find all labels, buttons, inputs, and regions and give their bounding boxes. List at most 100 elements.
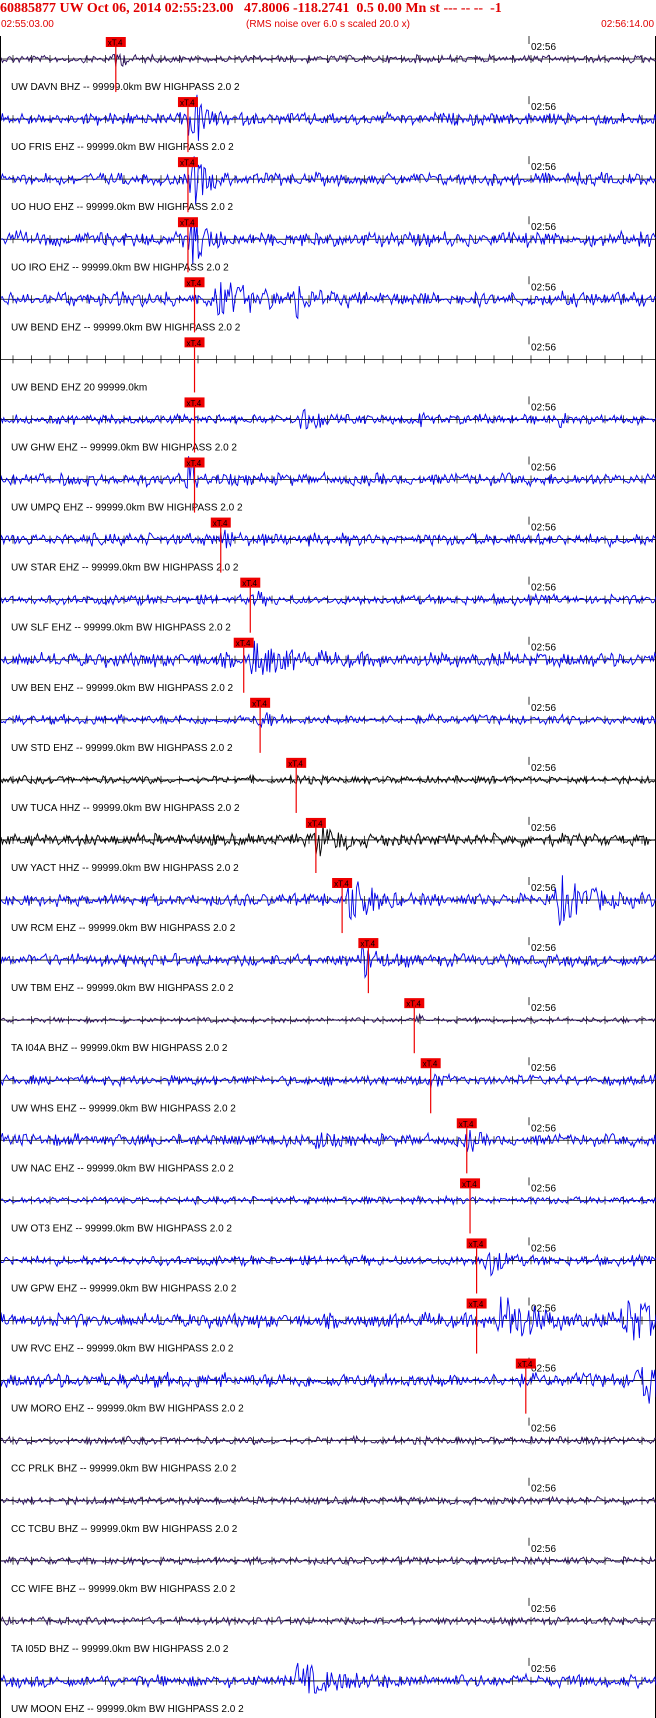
time-tick-label: 02:56 — [531, 282, 556, 293]
trace-row: 02:56 UO IRO EHZ -- 99999.0km BW HIGHPASS… — [1, 216, 656, 273]
pick-label: xT.4 — [180, 99, 195, 108]
trace-row: 02:56 UW GHW EHZ -- 99999.0km BW HIGHPASS… — [1, 396, 656, 454]
station-label: CC TCBU BHZ -- 99999.0km BW HIGHPASS 2.0… — [11, 1524, 238, 1535]
trace-row: 02:56 UW BEND EHZ 20 99999.0km xT.4 — [1, 336, 656, 393]
waveform — [1, 94, 656, 141]
station-label: UO HUO EHZ -- 99999.0km BW HIGHPASS 2.0 … — [11, 202, 234, 213]
time-tick-label: 02:56 — [531, 763, 556, 774]
station-label: UW BEND EHZ -- 99999.0km BW HIGHPASS 2.0… — [11, 322, 241, 333]
waveform — [1, 590, 656, 607]
trace-row: 02:56 CC WIFE BHZ -- 99999.0km BW HIGHPAS… — [1, 1537, 656, 1595]
pick-label: xT.4 — [108, 39, 123, 48]
time-tick-label: 02:56 — [531, 523, 556, 534]
trace-row: 02:56 UW YACT HHZ -- 99999.0km BW HIGHPAS… — [1, 816, 656, 874]
pick-label: xT.4 — [288, 759, 303, 768]
time-tick-label: 02:56 — [531, 463, 556, 474]
trace-row: 02:56 UW SLF EHZ -- 99999.0km BW HIGHPASS… — [1, 576, 656, 634]
pick-label: xT.4 — [180, 219, 195, 228]
waveform — [1, 529, 656, 549]
pick-label: xT.4 — [236, 639, 251, 648]
pick-label: xT.4 — [459, 1120, 474, 1129]
time-tick-label: 02:56 — [531, 1063, 556, 1074]
trace-row: 02:56 UW WHS EHZ -- 99999.0km BW HIGHPASS… — [1, 1057, 656, 1114]
trace-row: 02:56 UW BEN EHZ -- 99999.0km BW HIGHPASS… — [1, 636, 656, 694]
station-label: TA I04A BHZ -- 99999.0km BW HIGHPASS 2.0… — [11, 1043, 228, 1054]
station-label: UO FRIS EHZ -- 99999.0km BW HIGHPASS 2.0… — [11, 142, 234, 153]
station-label: UW STD EHZ -- 99999.0km BW HIGHPASS 2.0 … — [11, 743, 233, 754]
pick-label: xT.4 — [360, 940, 375, 949]
seismogram-traces: 02:56 UW DAVN BHZ -- 99999.0km BW HIGHPAS… — [1, 36, 656, 1715]
time-tick-label: 02:56 — [531, 1544, 556, 1555]
time-tick-label: 02:56 — [531, 102, 556, 113]
time-tick-label: 02:56 — [531, 883, 556, 894]
pick-label: xT.4 — [187, 459, 202, 468]
time-tick-label: 02:56 — [531, 1484, 556, 1495]
station-label: UO IRO EHZ -- 99999.0km BW HIGHPASS 2.0 … — [11, 262, 229, 273]
trace-row: 02:56UW RVC EHZ -- 99999.0km BW HIGHPASS… — [1, 1296, 656, 1355]
event-title: 60885877 UW Oct 06, 2014 02:55:23.00 47.… — [0, 1, 502, 16]
waveform — [1, 1072, 656, 1088]
trace-row: 02:56 UW TUCA HHZ -- 99999.0km BW HIGHPAS… — [1, 756, 656, 814]
station-label: UW BEND EHZ 20 99999.0km — [11, 382, 147, 393]
waveform — [1, 282, 656, 320]
trace-row: 02:56 UW TBM EHZ -- 99999.0km BW HIGHPASS… — [1, 937, 656, 994]
pick-label: xT.4 — [334, 880, 349, 889]
pick-label: xT.4 — [242, 579, 257, 588]
time-tick-label: 02:56 — [531, 1123, 556, 1134]
station-label: UW MORO EHZ -- 99999.0km BW HIGHPASS 2.0… — [11, 1404, 244, 1415]
waveform — [1, 640, 656, 675]
waveform — [1, 52, 656, 67]
station-label: CC WIFE BHZ -- 99999.0km BW HIGHPASS 2.0… — [11, 1584, 236, 1595]
time-tick-label: 02:56 — [531, 1243, 556, 1254]
time-tick-label: 02:56 — [531, 943, 556, 954]
time-tick-label: 02:56 — [531, 583, 556, 594]
noise-note: (RMS noise over 6.0 s scaled 20.0 x) — [246, 19, 410, 30]
station-label: UW WHS EHZ -- 99999.0km BW HIGHPASS 2.0 … — [11, 1103, 236, 1114]
pick-label: xT.4 — [423, 1060, 438, 1069]
time-tick-label: 02:56 — [531, 1003, 556, 1014]
time-tick-label: 02:56 — [531, 643, 556, 654]
time-tick-label: 02:56 — [531, 1604, 556, 1615]
time-tick-label: 02:56 — [531, 42, 556, 53]
time-tick-label: 02:56 — [531, 823, 556, 834]
time-tick-label: 02:56 — [531, 703, 556, 714]
pick-label: xT.4 — [308, 819, 323, 828]
pick-label: xT.4 — [187, 399, 202, 408]
time-tick-label: 02:56 — [531, 1183, 556, 1194]
time-tick-label: 02:56 — [531, 1424, 556, 1435]
time-tick-label: 02:56 — [531, 1664, 556, 1675]
trace-row: 02:56 CC TCBU BHZ -- 99999.0km BW HIGHPAS… — [1, 1477, 656, 1535]
trace-row: 02:56 UW MOON EHZ -- 99999.0km BW HIGHPAS… — [1, 1657, 656, 1715]
pick-label: xT.4 — [469, 1240, 484, 1249]
trace-row: 02:56 UW BEND EHZ -- 99999.0km BW HIGHPAS… — [1, 276, 656, 333]
pick-label: xT.4 — [518, 1360, 533, 1369]
trace-row: 02:56 UW STD EHZ -- 99999.0km BW HIGHPASS… — [1, 696, 656, 754]
pick-label: xT.4 — [252, 699, 267, 708]
station-label: UW DAVN BHZ -- 99999.0km BW HIGHPASS 2.0… — [11, 82, 240, 93]
pick-label: xT.4 — [406, 1000, 421, 1009]
time-tick-label: 02:56 — [531, 162, 556, 173]
trace-row: 02:56 UO HUO EHZ -- 99999.0km BW HIGHPASS… — [1, 156, 656, 213]
trace-row: 02:56 UW RCM EHZ -- 99999.0km BW HIGHPASS… — [1, 875, 656, 934]
pick-label: xT.4 — [462, 1180, 477, 1189]
waveform — [1, 156, 656, 205]
waveform — [1, 1555, 656, 1567]
station-label: UW MOON EHZ -- 99999.0km BW HIGHPASS 2.0… — [11, 1704, 244, 1715]
time-tick-label: 02:56 — [531, 222, 556, 233]
end-time: 02:56:14.00 — [601, 19, 654, 30]
trace-row: 02:56 UW STAR EHZ -- 99999.0km BW HIGHPAS… — [1, 516, 656, 574]
station-label: UW RCM EHZ -- 99999.0km BW HIGHPASS 2.0 … — [11, 923, 236, 934]
station-label: TA I05D BHZ -- 99999.0km BW HIGHPASS 2.0… — [11, 1644, 229, 1655]
station-label: UW TUCA HHZ -- 99999.0km BW HIGHPASS 2.0… — [11, 803, 240, 814]
waveform — [1, 1251, 656, 1277]
station-label: CC PRLK BHZ -- 99999.0km BW HIGHPASS 2.0… — [11, 1464, 237, 1475]
waveform — [1, 1296, 656, 1341]
station-label: UW NAC EHZ -- 99999.0km BW HIGHPASS 2.0 … — [11, 1163, 234, 1174]
station-label: UW GHW EHZ -- 99999.0km BW HIGHPASS 2.0 … — [11, 443, 237, 454]
station-label: UW RVC EHZ -- 99999.0km BW HIGHPASS 2.0 … — [11, 1344, 234, 1355]
station-label: UW YACT HHZ -- 99999.0km BW HIGHPASS 2.0… — [11, 863, 239, 874]
waveform — [1, 1662, 656, 1694]
pick-label: xT.4 — [187, 279, 202, 288]
trace-row: 02:56 UW UMPQ EHZ -- 99999.0km BW HIGHPAS… — [1, 456, 656, 514]
pick-label: xT.4 — [187, 339, 202, 348]
